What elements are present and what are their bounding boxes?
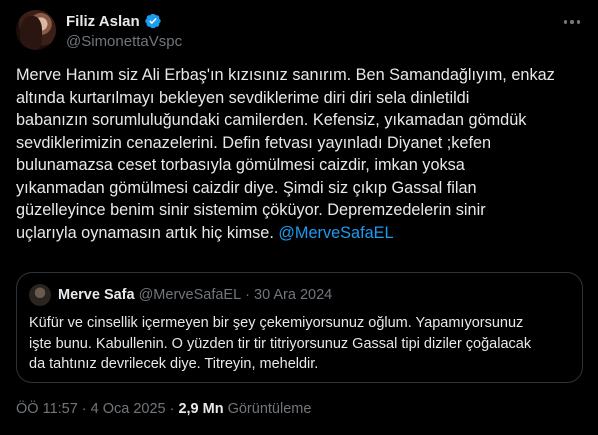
more-dot-icon xyxy=(576,20,581,24)
quoted-date[interactable]: 30 Ara 2024 xyxy=(254,287,332,303)
quoted-author-name[interactable]: Merve Safa xyxy=(58,287,135,303)
views-label: Görüntüleme xyxy=(227,401,312,417)
tweet-date[interactable]: 4 Oca 2025 xyxy=(91,401,166,417)
tweet-body: Merve Hanım siz Ali Erbaş'ın kızısınız s… xyxy=(16,66,555,242)
quoted-tweet-header: Merve Safa @MerveSafaEL · 30 Ara 2024 xyxy=(29,284,332,306)
quoted-tweet-card[interactable]: Merve Safa @MerveSafaEL · 30 Ara 2024 Kü… xyxy=(16,272,583,383)
verified-badge-icon[interactable] xyxy=(144,12,162,30)
quoted-author-handle[interactable]: @MerveSafaEL xyxy=(139,287,242,303)
more-dot-icon xyxy=(563,20,568,24)
views-count: 2,9 Mn xyxy=(178,401,224,417)
tweet-text: Merve Hanım siz Ali Erbaş'ın kızısınız s… xyxy=(16,64,586,244)
quoted-author-avatar[interactable] xyxy=(29,284,51,306)
footer-separator: · xyxy=(81,401,87,417)
more-options-icon[interactable] xyxy=(558,12,586,32)
quoted-separator: · xyxy=(245,287,250,303)
author-name-row: Filiz Aslan xyxy=(66,12,162,30)
footer-separator: · xyxy=(169,401,175,417)
tweet-footer: ÖÖ 11:57 · 4 Oca 2025 · 2,9 Mn Görüntüle… xyxy=(16,401,311,417)
tweet-header: Filiz Aslan @SimonettaVspc xyxy=(16,10,586,56)
author-display-name[interactable]: Filiz Aslan xyxy=(66,13,140,30)
author-handle[interactable]: @SimonettaVspc xyxy=(66,33,182,50)
quoted-tweet-text: Küfür ve cinsellik içermeyen bir şey çek… xyxy=(29,315,532,372)
tweet-mention-link[interactable]: @MerveSafaEL xyxy=(278,224,393,242)
tweet-time[interactable]: ÖÖ 11:57 xyxy=(16,401,78,417)
author-avatar[interactable] xyxy=(16,10,56,50)
more-dot-icon xyxy=(570,20,574,24)
